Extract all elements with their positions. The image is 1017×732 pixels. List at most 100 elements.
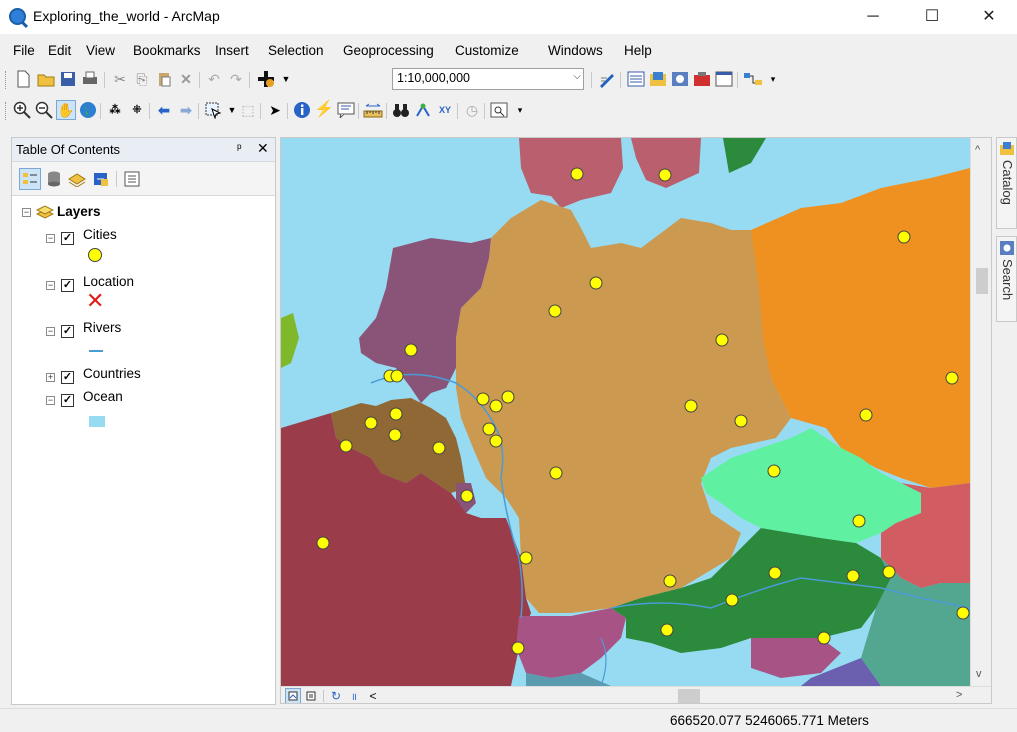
city-point[interactable] bbox=[570, 167, 584, 181]
clear-selection-icon[interactable]: ⬚ bbox=[238, 100, 258, 120]
city-point[interactable] bbox=[897, 230, 911, 244]
layer-visibility-checkbox[interactable]: ✓ bbox=[61, 232, 74, 245]
scroll-left-icon[interactable]: < bbox=[365, 688, 381, 703]
city-point[interactable] bbox=[725, 593, 739, 607]
paste-icon[interactable] bbox=[154, 69, 174, 89]
menu-edit[interactable]: Edit bbox=[48, 43, 71, 58]
modelbuilder-icon[interactable] bbox=[743, 69, 763, 89]
layer-label-location[interactable]: Location bbox=[83, 274, 134, 289]
cut-icon[interactable]: ✂ bbox=[110, 69, 130, 89]
city-point[interactable] bbox=[945, 371, 959, 385]
city-point[interactable] bbox=[956, 606, 970, 620]
scroll-up-icon[interactable]: ^ bbox=[975, 144, 980, 156]
city-point[interactable] bbox=[388, 428, 402, 442]
fixed-zoom-in-icon[interactable]: ⁂ bbox=[105, 100, 125, 120]
city-point[interactable] bbox=[859, 408, 873, 422]
menu-bookmarks[interactable]: Bookmarks bbox=[133, 43, 201, 58]
go-to-xy-icon[interactable]: XY bbox=[435, 100, 455, 120]
city-point[interactable] bbox=[548, 304, 562, 318]
list-by-drawing-order-icon[interactable] bbox=[19, 168, 41, 190]
find-binoculars-icon[interactable] bbox=[391, 100, 411, 120]
save-icon[interactable] bbox=[58, 69, 78, 89]
layer-visibility-checkbox[interactable]: ✓ bbox=[61, 325, 74, 338]
zoom-in-icon[interactable] bbox=[12, 100, 32, 120]
toolbar-grip[interactable] bbox=[5, 71, 8, 89]
layers-root-label[interactable]: Layers bbox=[57, 204, 101, 219]
city-point[interactable] bbox=[882, 565, 896, 579]
city-point[interactable] bbox=[432, 441, 446, 455]
city-point[interactable] bbox=[390, 369, 404, 383]
menu-geoprocessing[interactable]: Geoprocessing bbox=[343, 43, 434, 58]
copy-icon[interactable]: ⎘ bbox=[132, 69, 152, 89]
menu-insert[interactable]: Insert bbox=[215, 43, 249, 58]
layer-visibility-checkbox[interactable]: ✓ bbox=[61, 279, 74, 292]
map-vertical-scrollbar[interactable]: ^ v bbox=[970, 138, 991, 686]
select-elements-arrow-icon[interactable]: ➤ bbox=[265, 100, 285, 120]
scroll-right-icon[interactable]: > bbox=[956, 689, 962, 701]
html-popup-icon[interactable] bbox=[336, 100, 356, 120]
toc-close-icon[interactable]: ✕ bbox=[257, 140, 269, 157]
create-viewer-window-icon[interactable] bbox=[489, 100, 509, 120]
zoom-out-icon[interactable] bbox=[34, 100, 54, 120]
menu-customize[interactable]: Customize bbox=[455, 43, 519, 58]
close-button[interactable]: ✕ bbox=[966, 0, 1012, 34]
city-point[interactable] bbox=[715, 333, 729, 347]
full-extent-globe-icon[interactable] bbox=[78, 100, 98, 120]
menu-windows[interactable]: Windows bbox=[548, 43, 603, 58]
city-point[interactable] bbox=[817, 631, 831, 645]
city-point[interactable] bbox=[476, 392, 490, 406]
search-window-icon[interactable] bbox=[670, 69, 690, 89]
table-of-contents-icon[interactable] bbox=[626, 69, 646, 89]
city-point[interactable] bbox=[846, 569, 860, 583]
hyperlink-lightning-icon[interactable]: ⚡ bbox=[314, 100, 334, 120]
city-point[interactable] bbox=[489, 399, 503, 413]
vertical-scroll-thumb[interactable] bbox=[976, 268, 988, 294]
undo-icon[interactable]: ↶ bbox=[204, 69, 224, 89]
list-by-source-icon[interactable] bbox=[43, 168, 65, 190]
toolbar-overflow-icon[interactable]: ▾ bbox=[763, 69, 783, 89]
city-point[interactable] bbox=[684, 399, 698, 413]
map-canvas[interactable] bbox=[281, 138, 970, 686]
city-point[interactable] bbox=[460, 489, 474, 503]
list-by-visibility-icon[interactable] bbox=[66, 168, 88, 190]
map-scale-combobox[interactable]: 1:10,000,000 ⌵ bbox=[392, 68, 584, 90]
new-document-icon[interactable] bbox=[13, 69, 33, 89]
expand-toggle[interactable]: + bbox=[46, 373, 55, 382]
pin-icon[interactable]: ᵖ bbox=[237, 141, 242, 155]
data-view-icon[interactable] bbox=[285, 688, 301, 703]
city-point[interactable] bbox=[389, 407, 403, 421]
add-data-icon[interactable] bbox=[256, 69, 276, 89]
map-view[interactable]: ^ v ↻ ॥ < > bbox=[280, 137, 992, 704]
arctoolbox-icon[interactable] bbox=[692, 69, 712, 89]
catalog-window-icon[interactable] bbox=[648, 69, 668, 89]
pan-hand-icon[interactable]: ✋ bbox=[56, 100, 76, 120]
menu-view[interactable]: View bbox=[86, 43, 115, 58]
pause-drawing-icon[interactable]: ॥ bbox=[346, 688, 362, 703]
find-route-icon[interactable] bbox=[413, 100, 433, 120]
city-point[interactable] bbox=[549, 466, 563, 480]
toolbar-overflow-icon[interactable]: ▾ bbox=[510, 100, 530, 120]
chevron-down-icon[interactable]: ⌵ bbox=[573, 71, 581, 82]
menu-file[interactable]: File bbox=[13, 43, 35, 58]
time-slider-icon[interactable]: ◷ bbox=[462, 100, 482, 120]
expand-toggle[interactable]: − bbox=[46, 234, 55, 243]
city-point[interactable] bbox=[511, 641, 525, 655]
layer-label-cities[interactable]: Cities bbox=[83, 227, 117, 242]
catalog-side-tab[interactable]: Catalog bbox=[996, 137, 1017, 229]
city-point[interactable] bbox=[663, 574, 677, 588]
maximize-button[interactable]: ☐ bbox=[909, 0, 955, 34]
city-point[interactable] bbox=[519, 551, 533, 565]
search-side-tab[interactable]: Search bbox=[996, 236, 1017, 322]
layer-label-ocean[interactable]: Ocean bbox=[83, 389, 123, 404]
back-extent-icon[interactable]: ⬅ bbox=[154, 100, 174, 120]
menu-help[interactable]: Help bbox=[624, 43, 652, 58]
expand-toggle[interactable]: − bbox=[46, 281, 55, 290]
city-point[interactable] bbox=[658, 168, 672, 182]
city-point[interactable] bbox=[489, 434, 503, 448]
forward-extent-icon[interactable]: ➡ bbox=[176, 100, 196, 120]
delete-icon[interactable]: ✕ bbox=[176, 69, 196, 89]
city-point[interactable] bbox=[339, 439, 353, 453]
city-point[interactable] bbox=[316, 536, 330, 550]
open-folder-icon[interactable] bbox=[36, 69, 56, 89]
layer-visibility-checkbox[interactable]: ✓ bbox=[61, 371, 74, 384]
